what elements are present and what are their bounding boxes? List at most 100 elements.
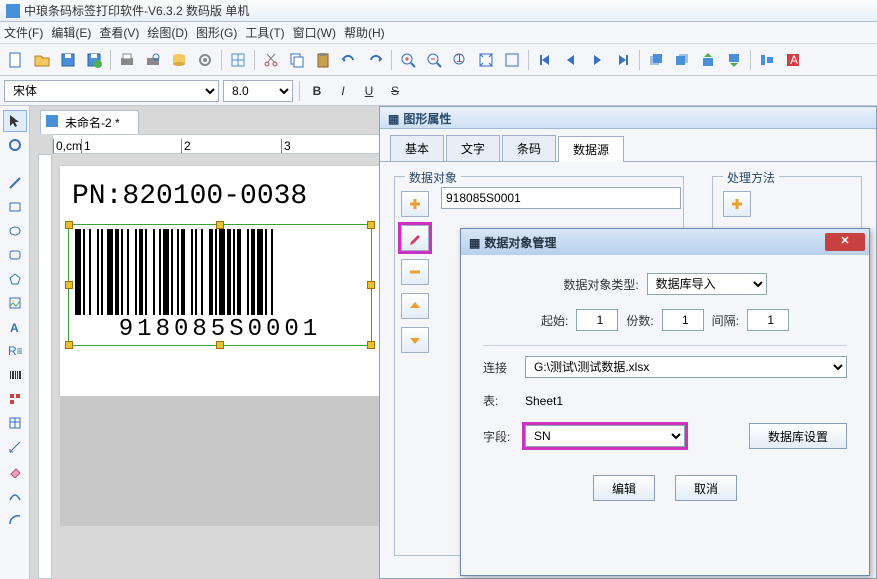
movedown-data-button[interactable] [401, 327, 429, 353]
document-tab[interactable]: 未命名-2 * [40, 110, 139, 134]
label-page[interactable]: PN:820100-0038 918085S0001 [60, 166, 380, 396]
rect-tool[interactable] [3, 196, 27, 218]
db-button[interactable] [167, 48, 191, 72]
data-value-field[interactable] [441, 187, 681, 209]
arc-tool[interactable] [3, 508, 27, 530]
zoom-100-button[interactable]: 1 [448, 48, 472, 72]
pointer-tool[interactable] [3, 110, 27, 132]
text-tool[interactable]: A [3, 316, 27, 338]
polygon-tool[interactable] [3, 268, 27, 290]
resize-handle[interactable] [367, 281, 375, 289]
remove-data-button[interactable] [401, 259, 429, 285]
roundrect-tool[interactable] [3, 244, 27, 266]
menu-tool[interactable]: 工具(T) [245, 24, 284, 41]
saveas-button[interactable] [82, 48, 106, 72]
add-data-button[interactable] [401, 191, 429, 217]
raise-button[interactable] [696, 48, 720, 72]
table-tool[interactable] [3, 412, 27, 434]
menu-file[interactable]: 文件(F) [4, 24, 43, 41]
barcode-tool[interactable] [3, 364, 27, 386]
tab-basic[interactable]: 基本 [390, 135, 444, 161]
menu-help[interactable]: 帮助(H) [344, 24, 385, 41]
cut-button[interactable] [259, 48, 283, 72]
curve-tool[interactable] [3, 484, 27, 506]
field-label: 字段: [483, 428, 517, 445]
cancel-button[interactable]: 取消 [675, 475, 737, 501]
add-process-button[interactable] [723, 191, 751, 217]
italic-button[interactable]: I [332, 80, 354, 102]
underline-button[interactable]: U [358, 80, 380, 102]
next-button[interactable] [585, 48, 609, 72]
edit-button[interactable]: 编辑 [593, 475, 655, 501]
zoom-fit-button[interactable] [474, 48, 498, 72]
menu-edit[interactable]: 编辑(E) [51, 24, 91, 41]
line-tool[interactable] [3, 172, 27, 194]
db-settings-button[interactable]: 数据库设置 [749, 423, 847, 449]
tab-barcode[interactable]: 条码 [502, 135, 556, 161]
copy-button[interactable] [285, 48, 309, 72]
svg-text:1: 1 [456, 52, 463, 65]
moveup-data-button[interactable] [401, 293, 429, 319]
process-legend: 处理方法 [723, 169, 779, 186]
resize-handle[interactable] [216, 221, 224, 229]
table-value: Sheet1 [525, 394, 563, 408]
richtext-tool[interactable]: R≡ [3, 340, 27, 362]
prev-button[interactable] [559, 48, 583, 72]
print-button[interactable] [115, 48, 139, 72]
qr-tool[interactable] [3, 388, 27, 410]
resize-handle[interactable] [65, 281, 73, 289]
scale-tool[interactable] [3, 436, 27, 458]
settings-button[interactable] [193, 48, 217, 72]
main-toolbar: 1 A [0, 44, 877, 76]
align-button[interactable] [755, 48, 779, 72]
undo-button[interactable] [337, 48, 361, 72]
start-spin[interactable] [576, 309, 618, 331]
zoom-out-button[interactable] [422, 48, 446, 72]
count-spin[interactable] [662, 309, 704, 331]
type-combo[interactable]: 数据库导入 [647, 273, 767, 295]
font-combo[interactable]: 宋体 [4, 80, 219, 102]
tab-datasource[interactable]: 数据源 [558, 136, 624, 162]
eraser-tool[interactable] [3, 460, 27, 482]
resize-handle[interactable] [65, 221, 73, 229]
bold-button[interactable]: B [306, 80, 328, 102]
edit-data-button[interactable] [401, 225, 429, 251]
svg-text:R≡: R≡ [8, 344, 22, 358]
pan-tool[interactable] [3, 134, 27, 156]
menu-view[interactable]: 查看(V) [99, 24, 139, 41]
image-tool[interactable] [3, 292, 27, 314]
close-icon[interactable]: ✕ [825, 233, 865, 251]
paste-button[interactable] [311, 48, 335, 72]
redo-button[interactable] [363, 48, 387, 72]
ellipse-tool[interactable] [3, 220, 27, 242]
preview-button[interactable] [141, 48, 165, 72]
export-button[interactable]: A [781, 48, 805, 72]
strike-button[interactable]: S [384, 80, 406, 102]
menu-shape[interactable]: 图形(G) [196, 24, 237, 41]
new-button[interactable] [4, 48, 28, 72]
barcode-object[interactable]: 918085S0001 [68, 224, 372, 346]
tool-palette: A R≡ [0, 106, 30, 579]
menu-window[interactable]: 窗口(W) [293, 24, 336, 41]
field-combo[interactable]: SN [525, 425, 685, 447]
last-button[interactable] [611, 48, 635, 72]
size-combo[interactable]: 8.0 [223, 80, 293, 102]
first-button[interactable] [533, 48, 557, 72]
resize-handle[interactable] [367, 221, 375, 229]
front-button[interactable] [644, 48, 668, 72]
grid-button[interactable] [226, 48, 250, 72]
menu-draw[interactable]: 绘图(D) [147, 24, 188, 41]
back-button[interactable] [670, 48, 694, 72]
dialog-titlebar[interactable]: ▦数据对象管理 ✕ [461, 229, 869, 255]
pn-text[interactable]: PN:820100-0038 [72, 181, 307, 212]
conn-combo[interactable]: G:\测试\测试数据.xlsx [525, 356, 847, 378]
lower-button[interactable] [722, 48, 746, 72]
zoom-in-button[interactable] [396, 48, 420, 72]
data-object-legend: 数据对象 [405, 169, 461, 186]
save-button[interactable] [56, 48, 80, 72]
zoom-sel-button[interactable] [500, 48, 524, 72]
gap-spin[interactable] [747, 309, 789, 331]
open-button[interactable] [30, 48, 54, 72]
barcode-text: 918085S0001 [69, 316, 371, 343]
tab-text[interactable]: 文字 [446, 135, 500, 161]
